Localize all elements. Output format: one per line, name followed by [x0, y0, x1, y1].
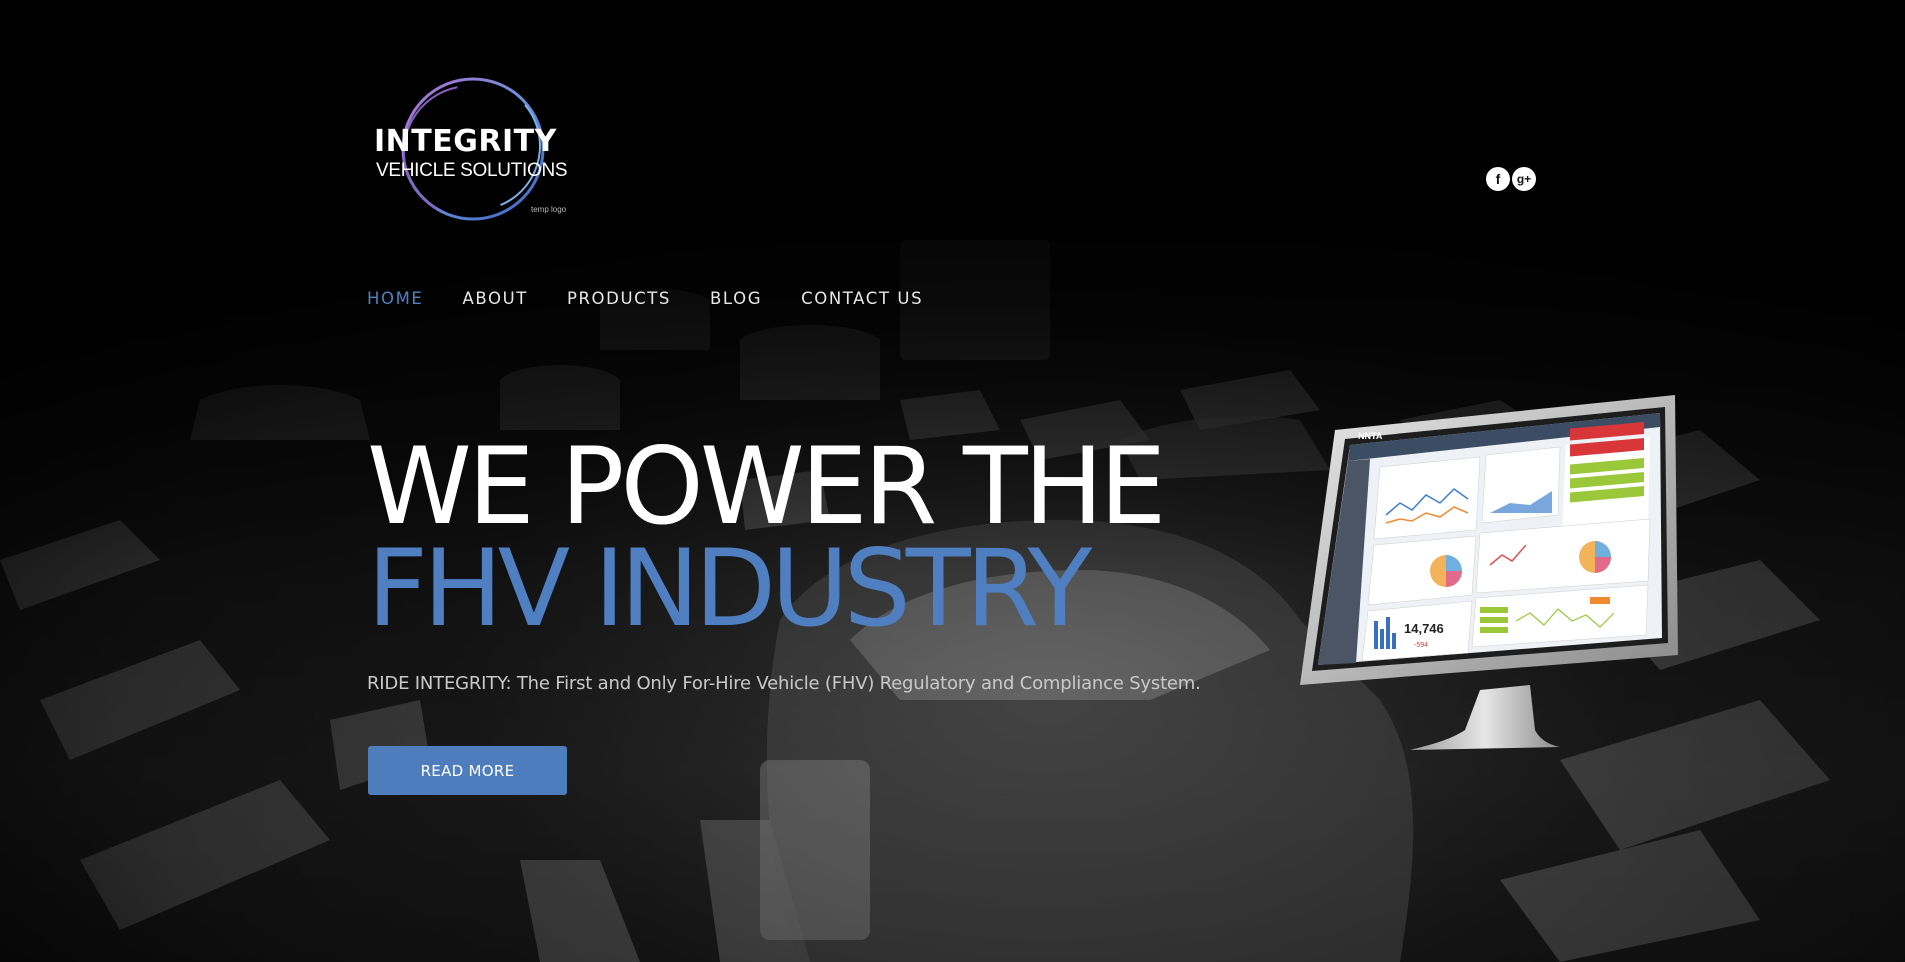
read-more-button[interactable]: READ MORE — [368, 746, 567, 795]
hero-section: INTEGRITY VEHICLE SOLUTIONS temp logo f … — [0, 0, 1905, 962]
headline-line2: FHV INDUSTRY — [367, 527, 1092, 650]
main-nav: HOME ABOUT PRODUCTS BLOG CONTACT US — [367, 289, 962, 308]
hero-headline: WE POWER THE FHV INDUSTRY — [367, 425, 1166, 650]
headline-line1: WE POWER THE — [367, 425, 1166, 548]
hero-subtitle: RIDE INTEGRITY: The First and Only For-H… — [367, 673, 1201, 694]
logo-note: temp logo — [531, 205, 567, 214]
dashboard-monitor-image: 14,746 -594 NNTA — [1300, 395, 1678, 750]
monitor-stat-delta: -594 — [1414, 642, 1428, 649]
social-links: f g+ — [1486, 167, 1536, 191]
logo-name-line1: INTEGRITY — [374, 124, 557, 159]
nav-item-blog[interactable]: BLOG — [710, 289, 762, 308]
brand-logo[interactable]: INTEGRITY VEHICLE SOLUTIONS temp logo — [368, 72, 568, 232]
google-plus-icon[interactable]: g+ — [1512, 167, 1536, 191]
monitor-stat-value: 14,746 — [1404, 621, 1444, 636]
logo-name-line2: VEHICLE SOLUTIONS — [376, 160, 568, 181]
nav-item-about[interactable]: ABOUT — [462, 289, 527, 308]
monitor-app-name: NNTA — [1358, 431, 1383, 441]
nav-item-products[interactable]: PRODUCTS — [567, 289, 671, 308]
facebook-icon[interactable]: f — [1486, 167, 1510, 191]
nav-item-home[interactable]: HOME — [367, 289, 423, 308]
nav-item-contact-us[interactable]: CONTACT US — [801, 289, 923, 308]
